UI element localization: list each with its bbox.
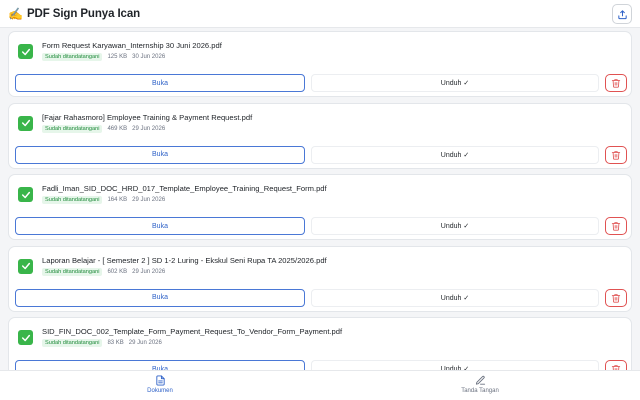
document-actions: Buka Unduh ✓ <box>15 74 627 92</box>
trash-icon <box>611 293 621 303</box>
app-title-wrap: ✍️ PDF Sign Punya Ican <box>8 8 140 20</box>
status-badge: Sudah ditandatangani <box>42 267 103 276</box>
open-button[interactable]: Buka <box>15 74 305 92</box>
document-card: [Fajar Rahasmoro] Employee Training & Pa… <box>8 102 632 169</box>
open-button[interactable]: Buka <box>15 360 305 370</box>
document-name: Fadli_Iman_SID_DOC_HRD_017_Template_Empl… <box>42 184 327 193</box>
file-size: 469 KB <box>107 125 128 132</box>
signed-check-icon <box>18 44 33 59</box>
status-badge: Sudah ditandatangani <box>42 53 103 61</box>
file-date: 29 Jun 2026 <box>128 340 162 346</box>
download-button[interactable]: Unduh ✓ <box>311 360 599 370</box>
file-date: 29 Jun 2026 <box>132 268 166 275</box>
open-button[interactable]: Buka <box>15 217 305 235</box>
document-meta: Sudah ditandatangani 164 KB 29 Jun 2026 <box>42 196 165 204</box>
nav-item-signature[interactable]: Tanda Tangan <box>435 375 525 394</box>
download-button[interactable]: Unduh ✓ <box>311 288 599 307</box>
signed-check-icon <box>18 187 33 202</box>
app-title: PDF Sign Punya Ican <box>26 7 141 20</box>
signed-check-icon <box>18 115 33 131</box>
document-card: SID_FIN_DOC_002_Template_Form_Payment_Re… <box>8 317 632 370</box>
delete-button[interactable] <box>605 288 627 307</box>
nav-label-documents: Dokumen <box>147 388 173 394</box>
file-size: 125 KB <box>107 54 128 60</box>
document-name: Laporan Belajar - [ Semester 2 ] SD 1-2 … <box>42 255 327 265</box>
file-size: 164 KB <box>107 197 128 203</box>
document-card: Form Request Karyawan_Internship 30 Juni… <box>8 31 632 97</box>
trash-icon <box>611 79 621 88</box>
nav-label-signature: Tanda Tangan <box>461 388 499 394</box>
document-name: [Fajar Rahasmoro] Employee Training & Pa… <box>42 112 253 122</box>
file-size: 83 KB <box>107 340 124 346</box>
status-badge: Sudah ditandatangani <box>42 124 103 133</box>
file-date: 30 Jun 2026 <box>132 54 166 60</box>
signed-check-icon <box>18 330 33 345</box>
document-name: Form Request Karyawan_Internship 30 Juni… <box>42 41 222 50</box>
file-date: 29 Jun 2026 <box>132 125 166 132</box>
upload-icon <box>617 9 627 19</box>
document-actions: Buka Unduh ✓ <box>15 217 627 235</box>
open-button[interactable]: Buka <box>15 145 305 164</box>
document-actions: Buka Unduh ✓ <box>15 360 627 370</box>
document-card: Laporan Belajar - [ Semester 2 ] SD 1-2 … <box>8 245 632 312</box>
bottom-nav: Dokumen Tanda Tangan <box>0 370 640 400</box>
document-meta: Sudah ditandatangani 125 KB 30 Jun 2026 <box>42 53 165 61</box>
pen-logo-icon: ✍️ <box>8 6 23 21</box>
trash-icon <box>611 150 621 160</box>
document-icon <box>155 375 165 386</box>
app-header: ✍️ PDF Sign Punya Ican <box>0 0 640 28</box>
file-date: 29 Jun 2026 <box>132 197 166 203</box>
file-size: 602 KB <box>107 268 128 275</box>
open-button[interactable]: Buka <box>15 288 305 307</box>
upload-button[interactable] <box>612 4 632 24</box>
document-meta: Sudah ditandatangani 83 KB 29 Jun 2026 <box>42 339 162 347</box>
status-badge: Sudah ditandatangani <box>42 196 103 204</box>
pen-icon <box>475 375 485 385</box>
nav-item-documents[interactable]: Dokumen <box>115 375 205 394</box>
document-meta: Sudah ditandatangani 602 KB 29 Jun 2026 <box>42 267 166 276</box>
delete-button[interactable] <box>605 74 627 92</box>
delete-button[interactable] <box>605 360 627 370</box>
status-badge: Sudah ditandatangani <box>42 339 103 347</box>
delete-button[interactable] <box>605 217 627 235</box>
document-actions: Buka Unduh ✓ <box>15 145 627 164</box>
document-meta: Sudah ditandatangani 469 KB 29 Jun 2026 <box>42 124 166 133</box>
document-list: Form Request Karyawan_Internship 30 Juni… <box>0 31 640 370</box>
signed-check-icon <box>18 258 33 274</box>
download-button[interactable]: Unduh ✓ <box>311 217 599 235</box>
document-card: Fadli_Iman_SID_DOC_HRD_017_Template_Empl… <box>8 174 632 240</box>
delete-button[interactable] <box>605 145 627 164</box>
trash-icon <box>611 222 621 231</box>
document-name: SID_FIN_DOC_002_Template_Form_Payment_Re… <box>42 327 343 336</box>
download-button[interactable]: Unduh ✓ <box>311 74 599 92</box>
document-actions: Buka Unduh ✓ <box>15 288 627 307</box>
download-button[interactable]: Unduh ✓ <box>311 145 599 164</box>
